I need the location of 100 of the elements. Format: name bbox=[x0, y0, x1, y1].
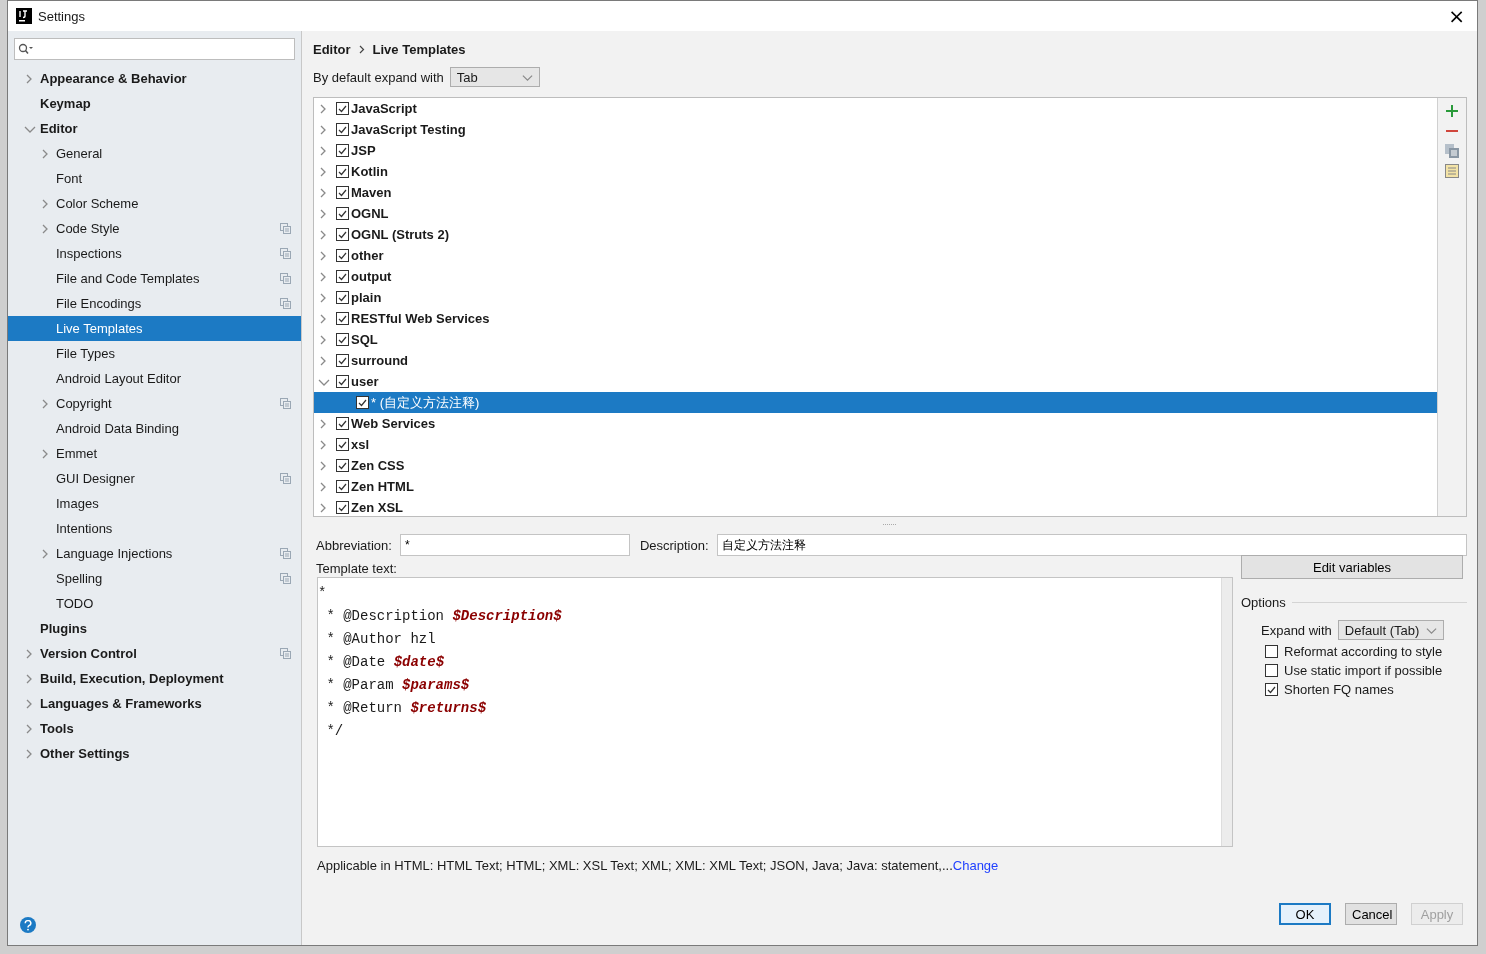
sidebar-item[interactable]: Spelling bbox=[8, 566, 301, 591]
sidebar-item[interactable]: Android Layout Editor bbox=[8, 366, 301, 391]
template-row[interactable]: user bbox=[314, 371, 1437, 392]
expand-dropdown[interactable]: Tab bbox=[449, 67, 540, 87]
sidebar-item[interactable]: Color Scheme bbox=[8, 191, 301, 216]
sidebar-item[interactable]: Appearance & Behavior bbox=[8, 66, 301, 91]
checkbox[interactable] bbox=[336, 207, 349, 220]
checkbox[interactable] bbox=[336, 438, 349, 451]
checkbox[interactable] bbox=[336, 165, 349, 178]
checkbox[interactable] bbox=[336, 417, 349, 430]
sidebar-item[interactable]: TODO bbox=[8, 591, 301, 616]
template-row[interactable]: OGNL (Struts 2) bbox=[314, 224, 1437, 245]
checkbox[interactable] bbox=[336, 312, 349, 325]
splitter-handle[interactable] bbox=[883, 522, 897, 526]
sidebar-item[interactable]: File and Code Templates bbox=[8, 266, 301, 291]
template-name: plain bbox=[351, 290, 382, 305]
sidebar-item[interactable]: Copyright bbox=[8, 391, 301, 416]
sidebar-item[interactable]: Other Settings bbox=[8, 741, 301, 766]
expand-with-dropdown[interactable]: Default (Tab) bbox=[1337, 620, 1444, 640]
template-row[interactable]: plain bbox=[314, 287, 1437, 308]
checkbox[interactable] bbox=[336, 123, 349, 136]
checkbox[interactable] bbox=[336, 459, 349, 472]
help-icon bbox=[24, 919, 32, 931]
description-field[interactable]: 自定义方法注释 bbox=[716, 534, 1467, 556]
checkbox[interactable] bbox=[1265, 664, 1278, 677]
description-label: Description: bbox=[639, 537, 709, 553]
search-field[interactable] bbox=[14, 38, 295, 60]
checkbox[interactable] bbox=[336, 186, 349, 199]
code-line: * @Param $params$ bbox=[325, 676, 471, 695]
template-row[interactable]: xsl bbox=[314, 434, 1437, 455]
checkbox[interactable] bbox=[336, 249, 349, 262]
checkbox[interactable] bbox=[336, 270, 349, 283]
template-row[interactable]: Kotlin bbox=[314, 161, 1437, 182]
sidebar-item[interactable]: GUI Designer bbox=[8, 466, 301, 491]
checkbox-label: Use static import if possible bbox=[1284, 663, 1443, 678]
dialog-button[interactable]: Cancel bbox=[1345, 903, 1397, 925]
sidebar-item[interactable]: Tools bbox=[8, 716, 301, 741]
template-row[interactable]: JSP bbox=[314, 140, 1437, 161]
window-title: Settings bbox=[38, 8, 86, 24]
code-line: * @Description $Description$ bbox=[325, 607, 563, 626]
template-name: other bbox=[351, 248, 384, 263]
sidebar-item[interactable]: Android Data Binding bbox=[8, 416, 301, 441]
help-button[interactable] bbox=[20, 917, 36, 933]
template-row[interactable]: Zen HTML bbox=[314, 476, 1437, 497]
template-row[interactable]: OGNL bbox=[314, 203, 1437, 224]
sidebar-item[interactable]: Font bbox=[8, 166, 301, 191]
template-name: output bbox=[351, 269, 392, 284]
sidebar-item[interactable]: Keymap bbox=[8, 91, 301, 116]
checkbox[interactable] bbox=[336, 354, 349, 367]
sidebar-item[interactable]: Emmet bbox=[8, 441, 301, 466]
sidebar-item[interactable]: Images bbox=[8, 491, 301, 516]
edit-variables-button[interactable]: Edit variables bbox=[1241, 555, 1463, 579]
sidebar-item[interactable]: Code Style bbox=[8, 216, 301, 241]
breadcrumb-item: Editor bbox=[313, 41, 351, 57]
checkbox[interactable] bbox=[336, 333, 349, 346]
sidebar-item[interactable]: Build, Execution, Deployment bbox=[8, 666, 301, 691]
checkbox[interactable] bbox=[1265, 683, 1278, 696]
template-row[interactable]: Web Services bbox=[314, 413, 1437, 434]
template-row[interactable]: JavaScript bbox=[314, 98, 1437, 119]
sidebar-item[interactable]: General bbox=[8, 141, 301, 166]
checkbox[interactable] bbox=[1265, 645, 1278, 658]
checkbox[interactable] bbox=[336, 102, 349, 115]
dialog-button[interactable]: OK bbox=[1279, 903, 1331, 925]
template-row[interactable]: SQL bbox=[314, 329, 1437, 350]
template-row[interactable]: other bbox=[314, 245, 1437, 266]
checkbox[interactable] bbox=[336, 228, 349, 241]
sidebar-item[interactable]: Languages & Frameworks bbox=[8, 691, 301, 716]
template-row[interactable]: * (自定义方法注释) bbox=[314, 392, 1437, 413]
template-row[interactable]: Maven bbox=[314, 182, 1437, 203]
template-row[interactable]: Zen XSL bbox=[314, 497, 1437, 518]
template-name: Web Services bbox=[351, 416, 436, 431]
sidebar-item[interactable]: Version Control bbox=[8, 641, 301, 666]
template-row[interactable]: output bbox=[314, 266, 1437, 287]
sidebar-item[interactable]: File Types bbox=[8, 341, 301, 366]
sidebar-item[interactable]: Live Templates bbox=[8, 316, 301, 341]
sidebar-item[interactable]: File Encodings bbox=[8, 291, 301, 316]
sidebar-item[interactable]: Plugins bbox=[8, 616, 301, 641]
note-icon[interactable] bbox=[1445, 164, 1459, 178]
close-button[interactable]: × bbox=[1444, 6, 1469, 26]
checkbox[interactable] bbox=[336, 375, 349, 388]
checkbox[interactable] bbox=[336, 291, 349, 304]
template-editor[interactable]: * * @Description $Description$ * @Author hzl * @Date $date$ * @Param $params$ * @Return $returns$ */ bbox=[317, 577, 1233, 847]
checkbox[interactable] bbox=[356, 396, 369, 409]
sidebar-item[interactable]: Intentions bbox=[8, 516, 301, 541]
template-row[interactable]: surround bbox=[314, 350, 1437, 371]
add-icon[interactable] bbox=[1445, 104, 1459, 118]
sidebar-item[interactable]: Inspections bbox=[8, 241, 301, 266]
checkbox[interactable] bbox=[336, 501, 349, 514]
scrollbar[interactable] bbox=[1221, 578, 1232, 846]
sidebar-item[interactable]: Language Injections bbox=[8, 541, 301, 566]
copy-icon[interactable] bbox=[1445, 144, 1459, 158]
applicable-contexts: Applicable in HTML: HTML Text; HTML; XML: XSL Text; XML; XML: XML Text; JSON, Java; Java: statement,... bbox=[317, 857, 953, 873]
template-row[interactable]: Zen CSS bbox=[314, 455, 1437, 476]
checkbox[interactable] bbox=[336, 144, 349, 157]
change-link[interactable]: Change bbox=[952, 857, 999, 873]
template-row[interactable]: JavaScript Testing bbox=[314, 119, 1437, 140]
abbreviation-field[interactable]: * bbox=[399, 534, 630, 556]
sidebar-item[interactable]: Editor bbox=[8, 116, 301, 141]
checkbox[interactable] bbox=[336, 480, 349, 493]
template-row[interactable]: RESTful Web Services bbox=[314, 308, 1437, 329]
